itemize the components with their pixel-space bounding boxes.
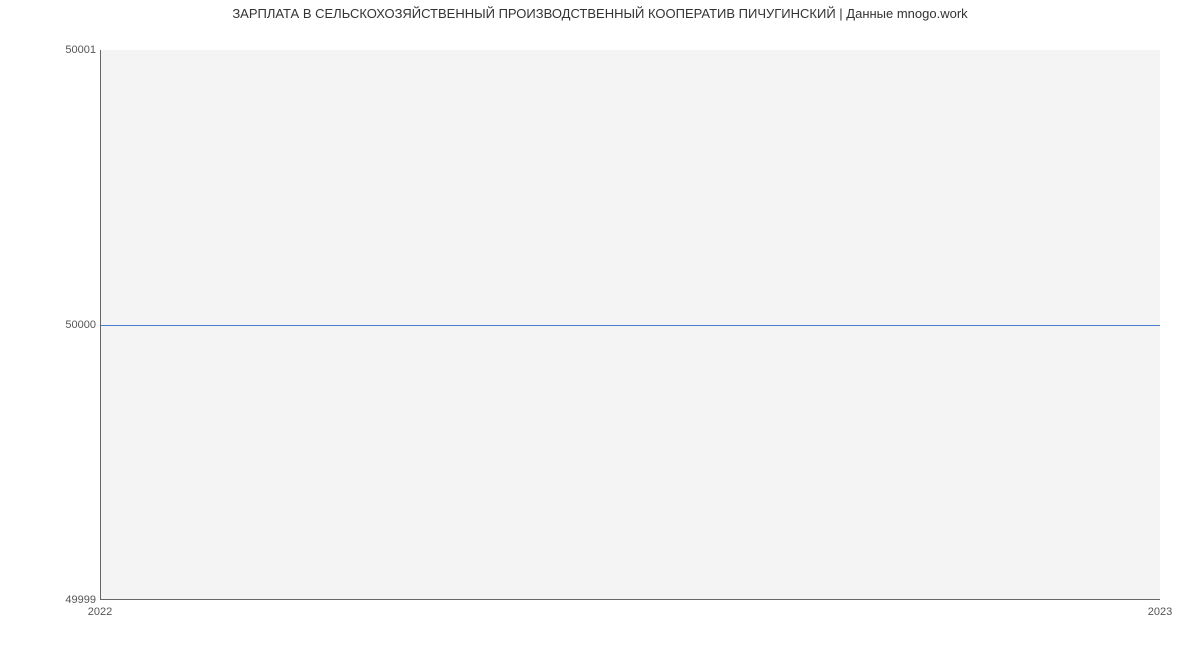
y-tick-bottom: 49999 [56, 594, 96, 606]
plot-area [100, 50, 1160, 600]
chart-title: ЗАРПЛАТА В СЕЛЬСКОХОЗЯЙСТВЕННЫЙ ПРОИЗВОД… [0, 6, 1200, 21]
x-tick-right: 2023 [1148, 606, 1172, 618]
x-tick-left: 2022 [88, 606, 112, 618]
data-line [101, 325, 1160, 326]
y-tick-mid: 50000 [56, 319, 96, 331]
y-tick-top: 50001 [56, 44, 96, 56]
salary-line-chart: ЗАРПЛАТА В СЕЛЬСКОХОЗЯЙСТВЕННЫЙ ПРОИЗВОД… [0, 0, 1200, 650]
